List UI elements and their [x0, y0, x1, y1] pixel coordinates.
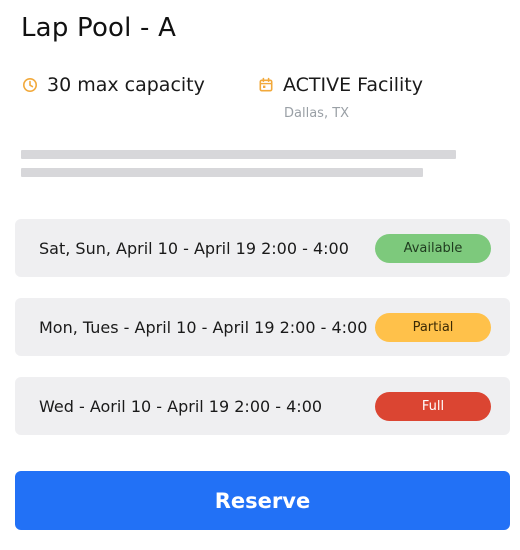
facility-location: Dallas, TX	[284, 106, 350, 121]
description-placeholder-line	[21, 150, 456, 159]
facility-info: ACTIVE Facility	[258, 74, 423, 96]
time-slot-label: Wed - Aoril 10 - April 19 2:00 - 4:00	[39, 396, 323, 416]
status-badge-partial: Partial	[375, 312, 491, 342]
status-badge-full: Full	[375, 391, 491, 421]
facility-name: ACTIVE Facility	[283, 74, 423, 96]
status-badge-available: Available	[375, 233, 491, 263]
time-slot-label: Mon, Tues - April 10 - April 19 2:00 - 4…	[39, 317, 368, 337]
time-slot-row[interactable]: Mon, Tues - April 10 - April 19 2:00 - 4…	[15, 298, 510, 356]
capacity-text: 30 max capacity	[47, 74, 205, 96]
time-slot-label: Sat, Sun, April 10 - April 19 2:00 - 4:0…	[39, 238, 349, 258]
description-placeholder-line	[21, 168, 423, 177]
calendar-icon	[258, 77, 274, 93]
page-title: Lap Pool - A	[21, 13, 177, 43]
time-slot-row[interactable]: Wed - Aoril 10 - April 19 2:00 - 4:00 Fu…	[15, 377, 510, 435]
clock-icon	[22, 77, 38, 93]
reserve-button[interactable]: Reserve	[15, 471, 510, 530]
capacity-info: 30 max capacity	[22, 74, 205, 96]
time-slot-row[interactable]: Sat, Sun, April 10 - April 19 2:00 - 4:0…	[15, 219, 510, 277]
